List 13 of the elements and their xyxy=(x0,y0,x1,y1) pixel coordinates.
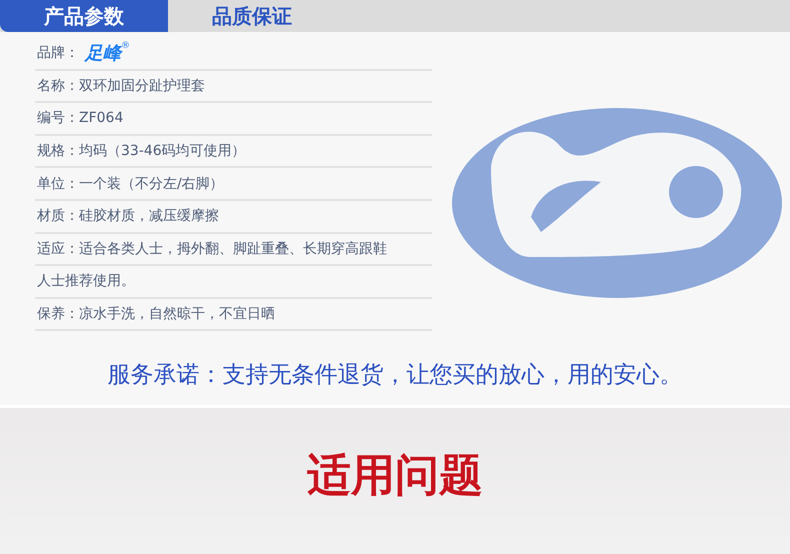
spec-text: 保养：凉水手洗，自然晾干，不宜日晒 xyxy=(36,305,275,324)
spec-text: 编号：ZF064 xyxy=(36,109,124,128)
section-title: 适用问题 xyxy=(307,449,483,502)
spec-text: 材质：硅胶材质，减压缓摩擦 xyxy=(36,207,219,226)
spec-text: 名称：双环加固分趾护理套 xyxy=(36,76,205,95)
spec-text: 规格：均码（33-46码均可使用） xyxy=(36,142,246,160)
spec-label: 品牌： xyxy=(36,44,79,62)
spec-text: 人士推荐使用。 xyxy=(36,272,135,290)
spec-text: 适应：适合各类人士，拇外翻、脚趾重叠、长期穿高跟鞋 xyxy=(36,240,387,258)
brand-logo: 足峰$^{®}$ xyxy=(85,41,130,66)
service-promise: 服务承诺：支持无条件退货，让您买的放心，用的安心。 xyxy=(106,361,684,390)
tab[interactable]: 产品参数 xyxy=(0,0,168,32)
spec-text: 单位：一个装（不分左/右脚） xyxy=(36,174,224,193)
